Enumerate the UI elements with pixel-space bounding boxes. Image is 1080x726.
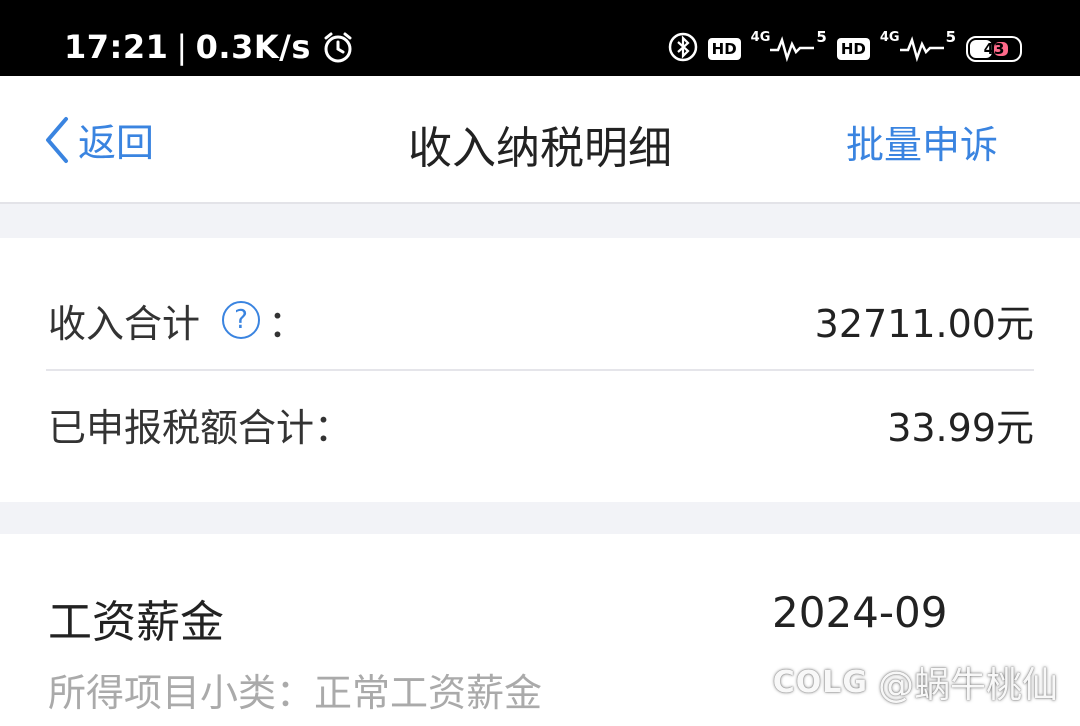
income-total-colon: ： <box>268 301 307 346</box>
summary-card: 收入合计 ? ： 32711.00元 已申报税额合计： 33.99元 <box>0 238 1080 502</box>
income-item-subcategory: 所得项目小类：正常工资薪金 <box>48 671 543 715</box>
battery-icon: 43 <box>966 36 1022 62</box>
income-total-row: 收入合计 ? ： 32711.00元 <box>48 290 1034 350</box>
network-gen-label-2: 4G <box>879 30 900 45</box>
income-item-period: 2024-09 <box>772 588 948 637</box>
help-icon[interactable]: ? <box>222 301 261 339</box>
income-total-value: 32711.00元 <box>814 301 1034 346</box>
watermark: COLG @蜗牛桃仙 <box>773 656 1058 708</box>
signal-1-icon: 4G 5 <box>751 28 827 62</box>
status-time: 17:21 <box>64 28 169 66</box>
bluetooth-icon <box>668 32 698 66</box>
hd-badge-2: HD <box>836 38 870 60</box>
alarm-icon <box>321 30 355 64</box>
signal-strength-label: 5 <box>816 28 827 46</box>
income-item-title: 工资薪金 <box>48 597 224 648</box>
tax-total-label: 已申报税额合计： <box>48 405 353 450</box>
watermark-logo: COLG <box>772 664 868 700</box>
tax-total-value: 33.99元 <box>887 405 1034 450</box>
income-total-label-group: 收入合计 ? ： <box>48 293 306 348</box>
divider <box>46 369 1034 371</box>
signal-2-icon: 4G 5 <box>880 28 956 62</box>
signal-strength-label-2: 5 <box>945 28 956 46</box>
status-separator: | <box>176 28 188 66</box>
tax-total-row: 已申报税额合计： 33.99元 <box>48 394 1034 454</box>
hd-badge: HD <box>707 38 741 60</box>
network-gen-label: 4G <box>750 30 771 45</box>
status-right: HD 4G 5 HD 4G 5 43 <box>668 26 1022 72</box>
battery-level: 43 <box>983 40 1005 58</box>
nav-bar: 返回 收入纳税明细 批量申诉 <box>0 76 1080 204</box>
status-net-speed: 0.3K/s <box>195 28 311 66</box>
status-bar: 17:21 | 0.3K/s HD 4G 5 HD 4G 5 43 <box>0 0 1080 76</box>
status-left: 17:21 | 0.3K/s <box>64 24 355 70</box>
watermark-text: @蜗牛桃仙 <box>877 665 1058 706</box>
batch-appeal-button[interactable]: 批量申诉 <box>846 114 998 169</box>
income-total-label: 收入合计 <box>48 301 201 346</box>
